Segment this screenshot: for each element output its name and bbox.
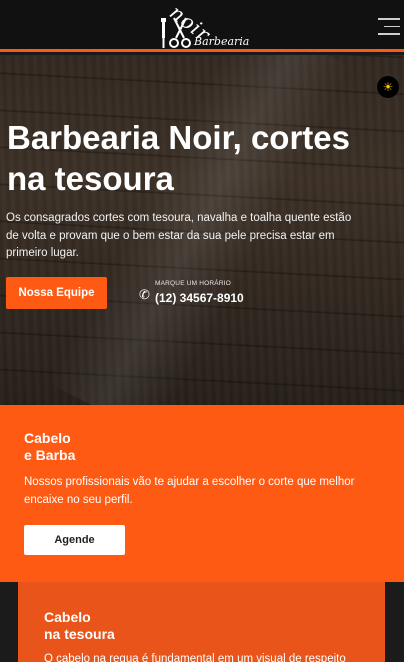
service-title: Cabelo e Barba: [24, 430, 224, 464]
hamburger-menu-icon[interactable]: [376, 18, 400, 36]
team-button[interactable]: Nossa Equipe: [6, 277, 107, 309]
phone-caption: MARQUE UM HORÁRIO: [155, 280, 231, 287]
service-title-line2: e Barba: [24, 447, 76, 463]
hero-description: Os consagrados cortes com tesoura, naval…: [6, 212, 352, 259]
service-section: Cabelo e Barba Nossos profissionais vão …: [0, 405, 404, 582]
hero-section: ☀ Barbearia Noir, cortes na tesoura Os c…: [0, 55, 404, 405]
service-card: Cabelo na tesoura O cabelo na regua é fu…: [18, 582, 385, 662]
card-title-line1: Cabelo: [44, 609, 91, 625]
phone-number: (12) 34567-8910: [155, 291, 244, 305]
book-button[interactable]: Agende: [24, 525, 125, 555]
logo[interactable]: noir Barbearia: [160, 0, 249, 50]
card-title-line2: na tesoura: [44, 626, 115, 642]
site-header: noir Barbearia: [0, 0, 404, 52]
service-title-line1: Cabelo: [24, 430, 71, 446]
logo-wordmark: Barbearia: [194, 35, 250, 48]
sun-icon[interactable]: ☀: [377, 76, 399, 98]
card-title: Cabelo na tesoura: [44, 609, 244, 643]
cards-section: Cabelo na tesoura O cabelo na regua é fu…: [0, 582, 404, 662]
phone-contact[interactable]: ✆ MARQUE UM HORÁRIO (12) 34567-8910: [139, 280, 279, 310]
service-text: Nossos profissionais vão te ajudar a esc…: [24, 476, 355, 506]
hero-title-line1: Barbearia Noir, cortes: [7, 119, 350, 156]
card-text: O cabelo na regua é fundamental em um vi…: [44, 653, 346, 662]
hero-title-line2: na tesoura: [7, 160, 174, 197]
phone-icon: ✆: [139, 287, 150, 302]
hero-title: Barbearia Noir, cortes na tesoura: [7, 117, 387, 199]
